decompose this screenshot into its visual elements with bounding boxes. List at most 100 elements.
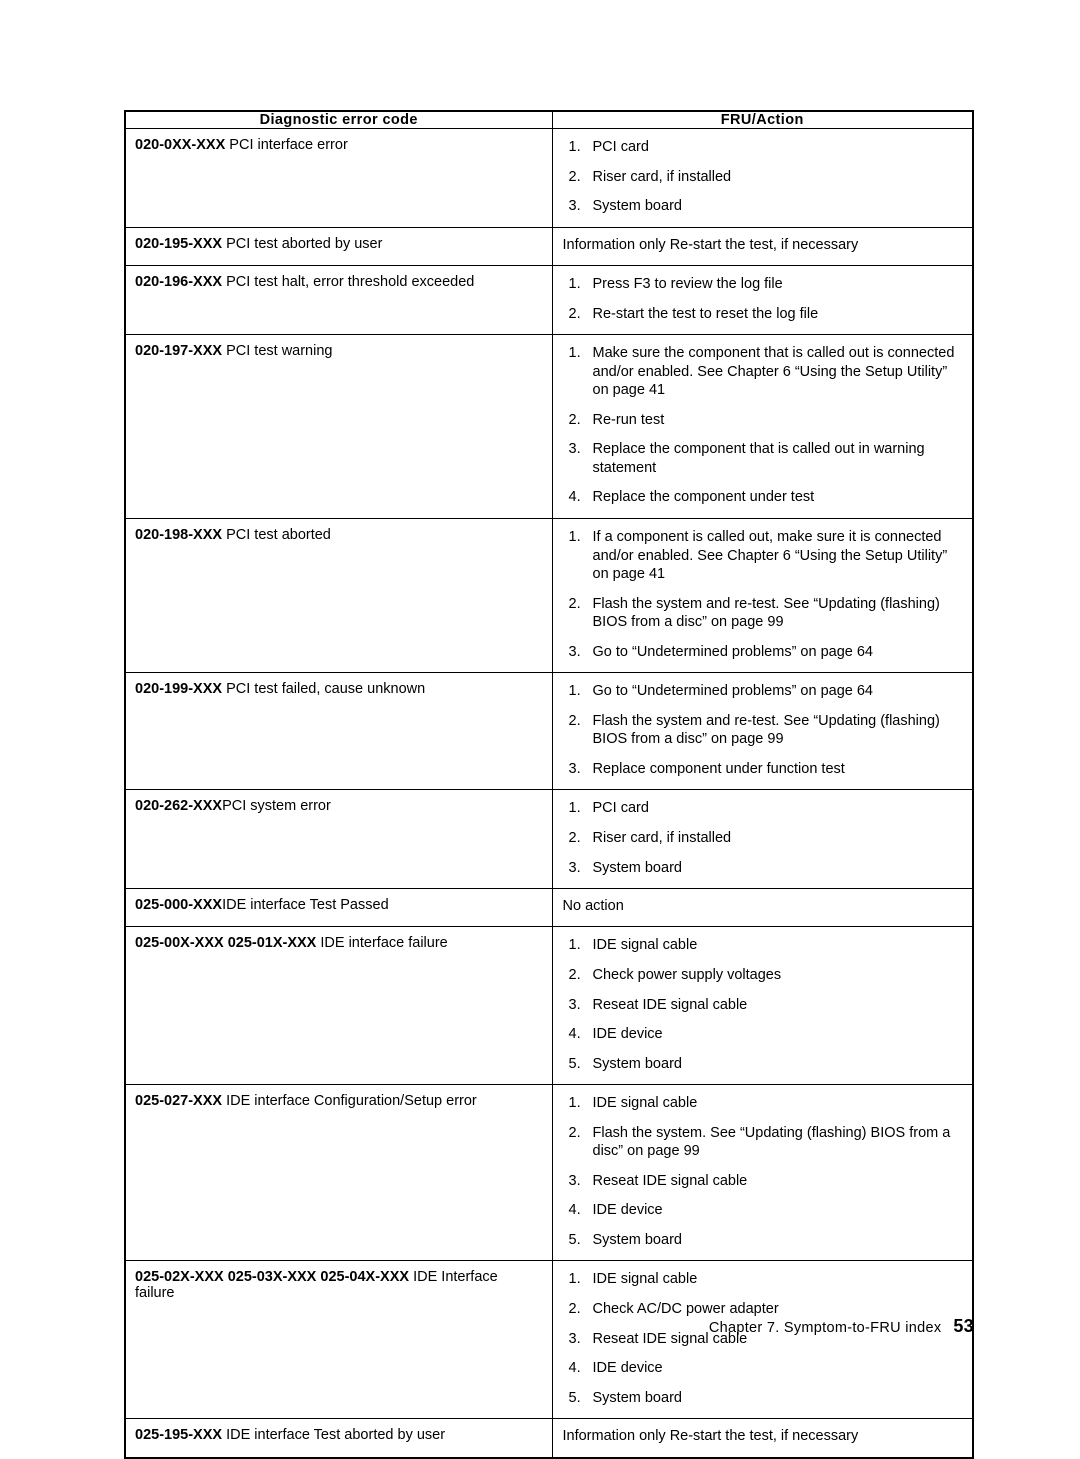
fru-action-list: 1. PCI card 2. Riser card, if installed 3. Sy… [563,138,963,216]
fru-action-list: 1. If a component is called out, make sur… [563,528,963,661]
page-footer: Chapter 7. Symptom-to-FRU index 53 [0,1316,974,1337]
fru-action-item: 5. System board [563,1389,963,1408]
fru-action-text: IDE signal cable [592,937,698,954]
fru-action-number: 5. [568,1389,581,1406]
fru-action-text: System board [592,1231,682,1248]
fru-action-text: Flash the system. See “Updating (flashin… [592,1124,951,1160]
fru-action-item: 4. Replace the component under test [563,488,963,507]
error-code-value: 020-195-XXX [135,235,223,252]
error-code-description: PCI test warning [222,343,333,360]
error-code-value: 025-02X-XXX 025-03X-XXX 025-04X-XXX [135,1269,410,1286]
table-row: 020-0XX-XXX PCI interface error 1. PCI car… [124,128,974,228]
fru-action-number: 2. [568,411,581,428]
fru-action-text: System board [592,1055,682,1072]
fru-action-item: 2. Riser card, if installed [563,168,963,187]
table-row: 025-00X-XXX 025-01X-XXX IDE interface fa… [124,926,974,1086]
fru-action-text: System board [592,198,682,215]
error-code-text: 020-262-XXXPCI system error [126,790,552,825]
fru-action-content: 1. IDE signal cable 2. Check AC/DC power ad… [553,1261,973,1418]
fru-action-cell: Information only Re-start the test, if n… [551,226,974,267]
error-code-cell: 020-197-XXX PCI test warning [124,334,553,519]
fru-action-text: IDE device [592,1026,663,1043]
fru-action-item: 4. IDE device [563,1201,963,1220]
fru-action-number: 2. [568,595,581,612]
fru-action-item: 4. IDE device [563,1025,963,1044]
diagnostic-error-code-table: Diagnostic error code FRU/Action 020-0XX… [124,110,974,1459]
error-code-text: 020-198-XXX PCI test aborted [126,519,552,554]
document-page: Diagnostic error code FRU/Action 020-0XX… [0,0,1080,1459]
fru-action-text: Check power supply voltages [592,967,782,983]
fru-action-number: 2. [568,829,581,846]
error-code-description: PCI interface error [225,137,348,153]
fru-action-number: 3. [568,1172,581,1189]
error-code-value: 020-196-XXX [135,274,223,291]
fru-action-text: If a component is called out, make sure … [592,528,948,583]
fru-action-cell: 1. Go to “Undetermined problems” on page … [551,672,974,791]
fru-action-number: 2. [568,1124,581,1141]
error-code-text: 025-00X-XXX 025-01X-XXX IDE interface fa… [126,927,552,962]
error-code-cell: 020-196-XXX PCI test halt, error thresho… [124,265,553,336]
error-code-value: 025-000-XXX [135,897,223,914]
fru-action-content: 1. PCI card 2. Riser card, if installed 3. Sy… [553,790,973,888]
fru-action-text: Reseat IDE signal cable [592,996,748,1013]
fru-action-content: 1. Press F3 to review the log file 2. Re-st… [553,266,973,334]
fru-action-item: 1. IDE signal cable [563,1094,963,1113]
error-code-text: 025-195-XXX IDE interface Test aborted b… [126,1419,552,1454]
fru-action-item: 3. Reseat IDE signal cable [563,996,963,1015]
error-code-text: 020-195-XXX PCI test aborted by user [126,228,552,263]
fru-action-cell: 1. Press F3 to review the log file 2. Re-st… [551,265,974,336]
error-code-value: 025-195-XXX [135,1427,223,1444]
error-code-value: 020-199-XXX [135,681,223,698]
error-code-cell: 025-00X-XXX 025-01X-XXX IDE interface fa… [124,926,553,1086]
table-row: 020-199-XXX PCI test failed, cause unkno… [124,672,974,791]
fru-action-item: 1. PCI card [563,799,963,818]
error-code-text: 025-02X-XXX 025-03X-XXX 025-04X-XXX IDE … [126,1261,552,1311]
fru-action-text: Riser card, if installed [592,168,732,185]
column-header-fru-action: FRU/Action [551,110,974,129]
fru-action-text: System board [592,859,682,876]
fru-action-text: Make sure the component that is called o… [592,345,955,399]
table-row: 020-197-XXX PCI test warning 1. Make sure … [124,334,974,519]
error-code-cell: 020-198-XXX PCI test aborted [124,517,553,674]
fru-action-item: 2. Re-run test [563,411,963,430]
fru-action-list: 1. Press F3 to review the log file 2. Re-st… [563,275,963,323]
error-code-cell: 020-262-XXXPCI system error [124,789,553,890]
fru-action-number: 3. [568,643,581,660]
fru-action-item: 1. IDE signal cable [563,936,963,955]
fru-action-text: IDE signal cable [592,1271,698,1288]
fru-action-plain-text: Information only Re-start the test, if n… [562,236,859,253]
footer-page-number: 53 [953,1316,974,1336]
table-row: 020-198-XXX PCI test aborted 1. If a compo… [124,517,974,674]
fru-action-text: Riser card, if installed [592,829,732,846]
fru-action-number: 2. [568,712,581,729]
table-row: 025-195-XXX IDE interface Test aborted b… [124,1418,974,1459]
error-code-cell: 020-0XX-XXX PCI interface error [124,128,553,228]
fru-action-cell: 1. PCI card 2. Riser card, if installed 3. Sy… [551,789,974,890]
table-row: 025-027-XXX IDE interface Configuration/… [124,1084,974,1262]
error-code-text: 020-196-XXX PCI test halt, error thresho… [126,266,552,301]
fru-action-item: 2. Check power supply voltages [563,966,963,985]
fru-action-content: 1. IDE signal cable 2. Check power supply v… [553,927,973,1084]
fru-action-cell: 1. Make sure the component that is called… [551,334,974,519]
fru-action-item: 3. System board [563,197,963,216]
fru-action-item: 3. Reseat IDE signal cable [563,1172,963,1191]
fru-action-text: Check AC/DC power adapter [592,1301,779,1318]
fru-action-number: 1. [568,528,581,545]
fru-action-number: 2. [568,967,581,983]
fru-action-text: PCI card [592,139,649,155]
error-code-text: 020-197-XXX PCI test warning [126,335,552,370]
fru-action-number: 1. [568,1095,581,1112]
table-row: 025-02X-XXX 025-03X-XXX 025-04X-XXX IDE … [124,1260,974,1420]
error-code-value: 020-0XX-XXX [135,137,226,153]
fru-action-content: 1. PCI card 2. Riser card, if installed 3. Sy… [553,129,973,227]
fru-action-item: 5. System board [563,1055,963,1074]
fru-action-number: 4. [568,1026,581,1043]
table-header: Diagnostic error code FRU/Action [124,110,974,129]
error-code-text: 025-027-XXX IDE interface Configuration/… [126,1085,552,1120]
fru-action-item: 3. Replace component under function test [563,760,963,779]
error-code-text: 020-0XX-XXX PCI interface error [126,129,552,164]
fru-action-number: 1. [568,937,581,954]
error-code-cell: 020-199-XXX PCI test failed, cause unkno… [124,672,553,791]
fru-action-item: 2. Flash the system and re-test. See “Upd… [563,712,963,749]
fru-action-number: 1. [568,1271,581,1288]
